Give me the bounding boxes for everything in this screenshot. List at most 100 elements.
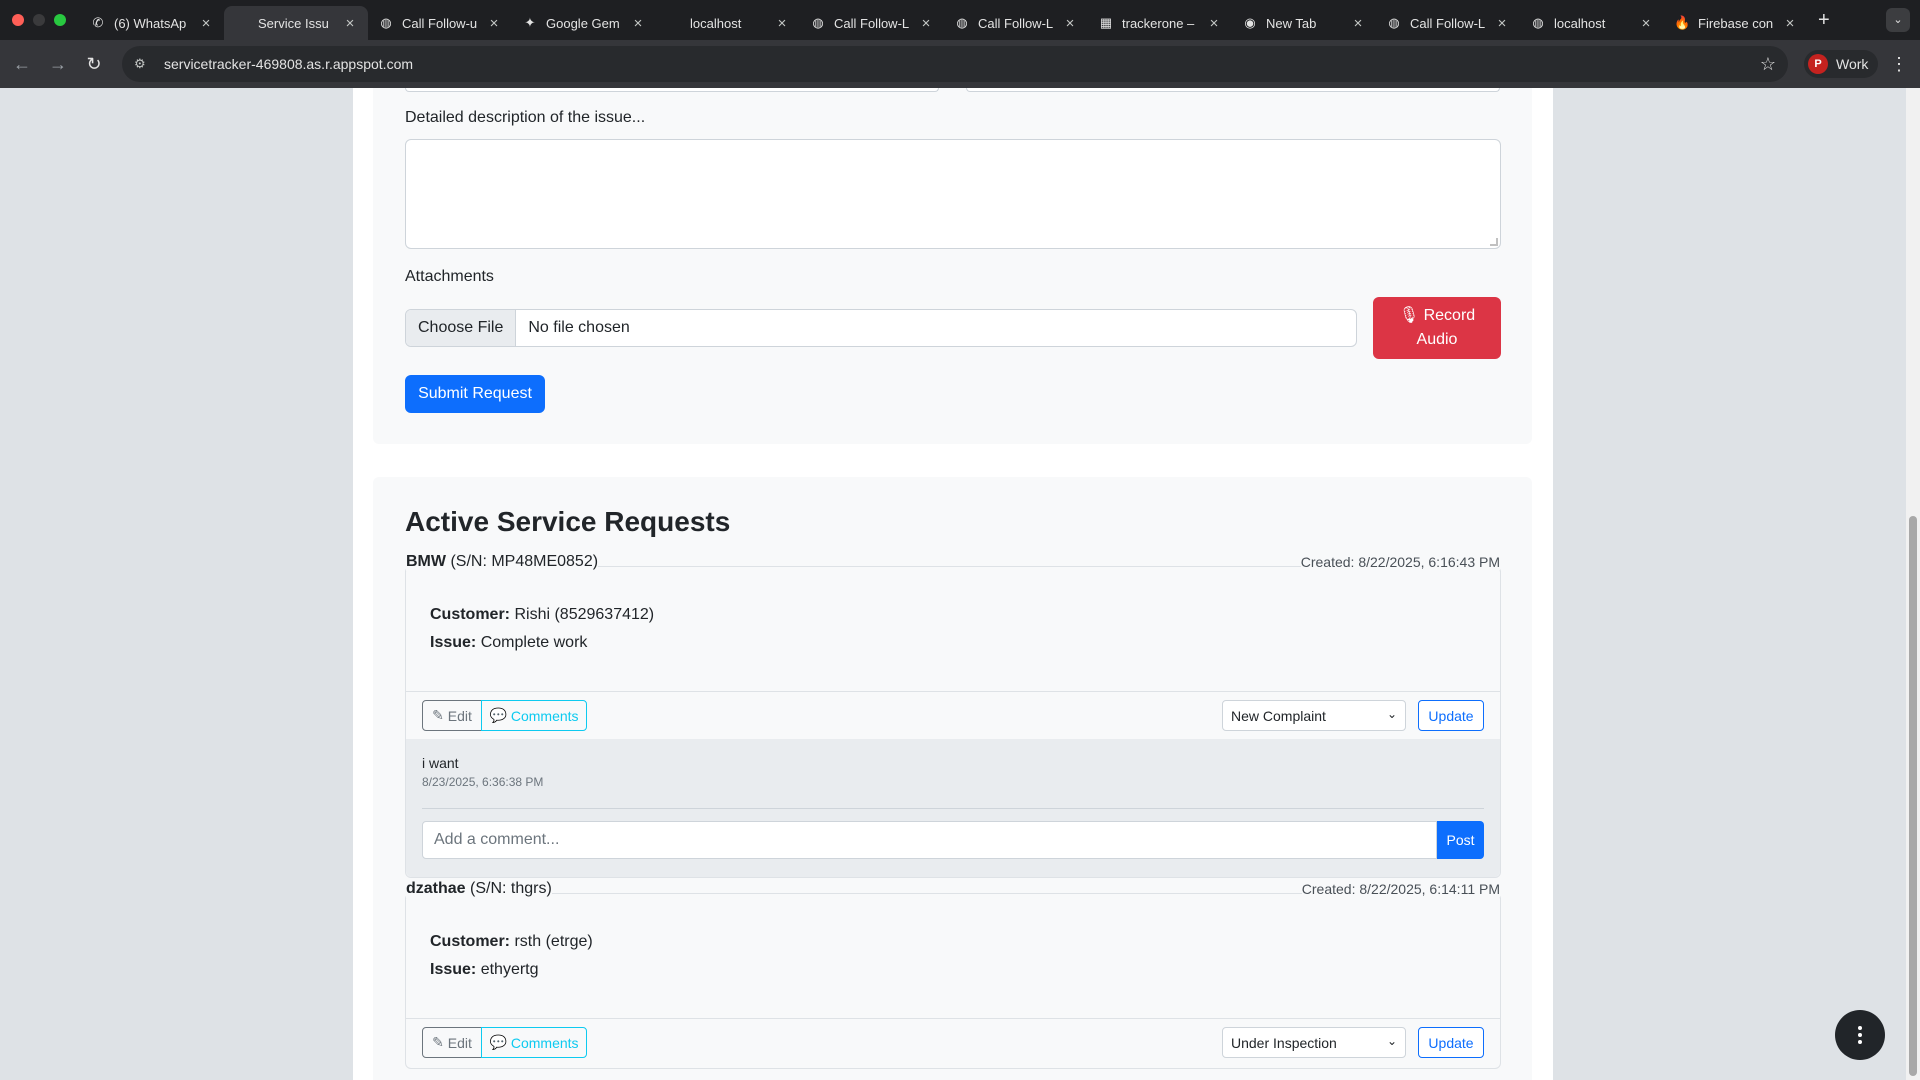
description-textarea[interactable] — [405, 139, 1501, 249]
request-actions: ✎ Edit 💬 Comments New Complaint ⌄ Update — [406, 691, 1500, 739]
edit-button[interactable]: ✎ Edit — [422, 700, 482, 731]
close-tab-icon[interactable]: × — [1782, 15, 1798, 32]
globe-icon: ◍ — [956, 15, 968, 30]
request-created: Created: 8/22/2025, 6:14:11 PM — [1301, 881, 1500, 897]
browser-tab[interactable]: ◉ New Tab × — [1232, 6, 1376, 40]
back-arrow-icon[interactable]: ← — [4, 54, 40, 75]
request-details: Customer: rsth (etrge) Issue: ethyertg — [430, 928, 593, 984]
browser-tab[interactable]: Service Issu × — [224, 6, 368, 40]
close-tab-icon[interactable]: × — [1638, 15, 1654, 32]
browser-tab[interactable]: ▦ trackerone – × — [1088, 6, 1232, 40]
comment-item: i want 8/23/2025, 6:36:38 PM — [422, 753, 1484, 809]
scrollbar-thumb[interactable] — [1909, 516, 1917, 1076]
close-tab-icon[interactable]: × — [1494, 15, 1510, 32]
address-bar[interactable]: ⚙ servicetracker-469808.as.r.appspot.com… — [122, 46, 1788, 82]
comments-label: Comments — [510, 707, 579, 724]
new-tab-button[interactable]: + — [1818, 3, 1830, 37]
fab-dot-icon — [1858, 1026, 1862, 1030]
browser-menu-icon[interactable]: ⋮ — [1890, 54, 1908, 75]
edit-button[interactable]: ✎ Edit — [422, 1027, 482, 1058]
firebase-icon: 🔥 — [1674, 15, 1691, 30]
tab-title: Google Gem — [546, 15, 620, 31]
window-maximize-button[interactable] — [54, 14, 66, 26]
forward-arrow-icon[interactable]: → — [40, 54, 76, 75]
browser-tab[interactable]: ◍ Call Follow-L × — [800, 6, 944, 40]
gemini-icon: ✦ — [524, 15, 536, 30]
issue-label: Issue: — [430, 961, 477, 978]
comments-label: Comments — [510, 1034, 579, 1051]
floating-menu-button[interactable] — [1835, 1010, 1885, 1060]
browser-tab[interactable]: ◍ Call Follow-L × — [1376, 6, 1520, 40]
request-title: dzathae (S/N: thgrs) — [406, 880, 552, 898]
request-header: BMW (S/N: MP48ME0852) Created: 8/22/2025… — [406, 553, 1500, 575]
request-name: BMW — [406, 553, 446, 570]
update-button[interactable]: Update — [1418, 1027, 1484, 1058]
bookmark-star-icon[interactable]: ☆ — [1760, 54, 1776, 75]
avatar: P — [1808, 54, 1828, 74]
post-comment-button[interactable]: Post — [1437, 821, 1484, 859]
globe-icon: ◍ — [812, 15, 824, 30]
window-minimize-button[interactable] — [33, 14, 45, 26]
status-select[interactable]: Under Inspection ⌄ — [1222, 1027, 1406, 1058]
request-serial: (S/N: thgrs) — [470, 880, 552, 897]
browser-tab-bar: ✆ (6) WhatsAp × Service Issu × ◍ Call Follow-u… — [0, 0, 1920, 40]
globe-icon: ◍ — [1388, 15, 1400, 30]
table-icon: ▦ — [1099, 15, 1113, 30]
comments-button[interactable]: 💬 Comments — [481, 700, 587, 731]
close-tab-icon[interactable]: × — [1350, 15, 1366, 32]
resize-grip-icon[interactable] — [1490, 238, 1498, 246]
record-audio-button[interactable]: 🎙 Record Audio — [1373, 297, 1501, 359]
tab-title: Firebase con — [1698, 15, 1774, 31]
browser-tab[interactable]: ✆ (6) WhatsAp × — [80, 6, 224, 40]
close-tab-icon[interactable]: × — [1206, 15, 1222, 32]
choose-file-button[interactable]: Choose File — [406, 310, 517, 346]
site-settings-icon[interactable]: ⚙ — [134, 56, 154, 72]
blank-favicon-icon — [234, 15, 250, 31]
tab-title: Service Issu — [258, 15, 329, 31]
chat-bubble-icon: 💬 — [489, 1034, 507, 1050]
url-text: servicetracker-469808.as.r.appspot.com — [164, 56, 414, 72]
update-button[interactable]: Update — [1418, 700, 1484, 731]
form-field-remnant-right[interactable] — [966, 88, 1500, 92]
tab-search-icon[interactable]: ⌄ — [1886, 8, 1910, 32]
submit-request-button[interactable]: Submit Request — [405, 375, 545, 413]
reload-icon[interactable]: ↻ — [76, 54, 112, 75]
window-controls — [0, 14, 80, 26]
browser-toolbar: ← → ↻ ⚙ servicetracker-469808.as.r.appsp… — [0, 40, 1920, 88]
close-tab-icon[interactable]: × — [198, 15, 214, 32]
close-tab-icon[interactable]: × — [630, 15, 646, 32]
window-close-button[interactable] — [12, 14, 24, 26]
close-tab-icon[interactable]: × — [486, 15, 502, 32]
comments-button[interactable]: 💬 Comments — [481, 1027, 587, 1058]
comment-time: 8/23/2025, 6:36:38 PM — [422, 775, 544, 789]
browser-tab[interactable]: ◍ localhost × — [1520, 6, 1664, 40]
record-label-line2: Audio — [1416, 331, 1458, 348]
profile-button[interactable]: P Work — [1804, 50, 1879, 78]
attachments-label: Attachments — [405, 268, 494, 285]
status-select[interactable]: New Complaint ⌄ — [1222, 700, 1406, 731]
browser-tab[interactable]: localhost × — [656, 6, 800, 40]
record-label-line1: Record — [1423, 307, 1476, 324]
globe-icon: ◍ — [380, 15, 392, 30]
close-tab-icon[interactable]: × — [918, 15, 934, 32]
comment-input[interactable]: Add a comment... — [422, 821, 1437, 859]
tab-title: localhost — [1554, 15, 1606, 31]
request-serial: (S/N: MP48ME0852) — [450, 553, 599, 570]
close-tab-icon[interactable]: × — [1062, 15, 1078, 32]
close-tab-icon[interactable]: × — [774, 15, 790, 32]
chevron-down-icon: ⌄ — [1386, 707, 1397, 721]
status-value: Under Inspection — [1231, 1034, 1337, 1051]
issue-label: Issue: — [430, 634, 477, 651]
tab-title: Call Follow-L — [1410, 15, 1486, 31]
browser-tab[interactable]: ◍ Call Follow-L × — [944, 6, 1088, 40]
close-tab-icon[interactable]: × — [342, 15, 358, 32]
request-name: dzathae — [406, 880, 466, 897]
browser-tab[interactable]: ◍ Call Follow-u × — [368, 6, 512, 40]
file-input[interactable]: Choose File No file chosen — [405, 309, 1357, 347]
tab-title: Call Follow-L — [834, 15, 910, 31]
chat-bubble-icon: 💬 — [489, 707, 507, 723]
form-field-remnant-left[interactable] — [405, 88, 939, 92]
browser-tab[interactable]: ✦ Google Gem × — [512, 6, 656, 40]
page-scrollbar[interactable] — [1906, 88, 1920, 1080]
browser-tab[interactable]: 🔥 Firebase con × — [1664, 6, 1808, 40]
